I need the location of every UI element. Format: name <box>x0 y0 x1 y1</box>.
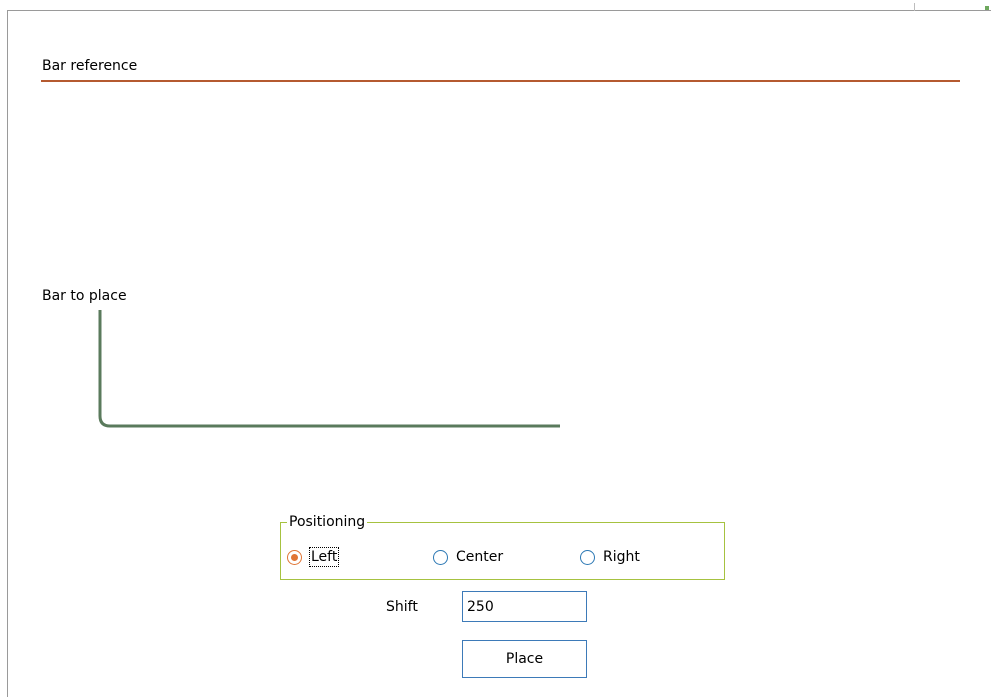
radio-right-label[interactable]: Right <box>603 548 640 566</box>
radio-center-label[interactable]: Center <box>456 548 503 566</box>
bar-to-place-path <box>98 310 560 428</box>
window-left-border <box>7 10 8 697</box>
bar-to-place-shape <box>98 310 560 428</box>
radio-right[interactable]: Right <box>580 546 640 568</box>
positioning-title: Positioning <box>287 513 368 531</box>
radio-center[interactable]: Center <box>433 546 503 568</box>
shift-label: Shift <box>386 599 418 615</box>
radio-left[interactable]: Left <box>287 546 340 568</box>
top-tick-mark <box>914 3 915 11</box>
radio-left-circle[interactable] <box>287 549 302 565</box>
radio-center-circle[interactable] <box>433 549 448 565</box>
radio-right-circle[interactable] <box>580 549 595 565</box>
window-top-border <box>7 10 991 11</box>
shift-input[interactable] <box>462 591 587 622</box>
bar-to-place-label: Bar to place <box>42 288 127 304</box>
place-button[interactable]: Place <box>462 640 587 678</box>
bar-placement-window: Bar reference Bar to place Positioning L… <box>0 0 991 697</box>
corner-marker <box>985 6 989 10</box>
radio-left-label[interactable]: Left <box>308 547 340 567</box>
bar-reference-label: Bar reference <box>42 58 138 74</box>
bar-reference-line <box>41 80 960 82</box>
